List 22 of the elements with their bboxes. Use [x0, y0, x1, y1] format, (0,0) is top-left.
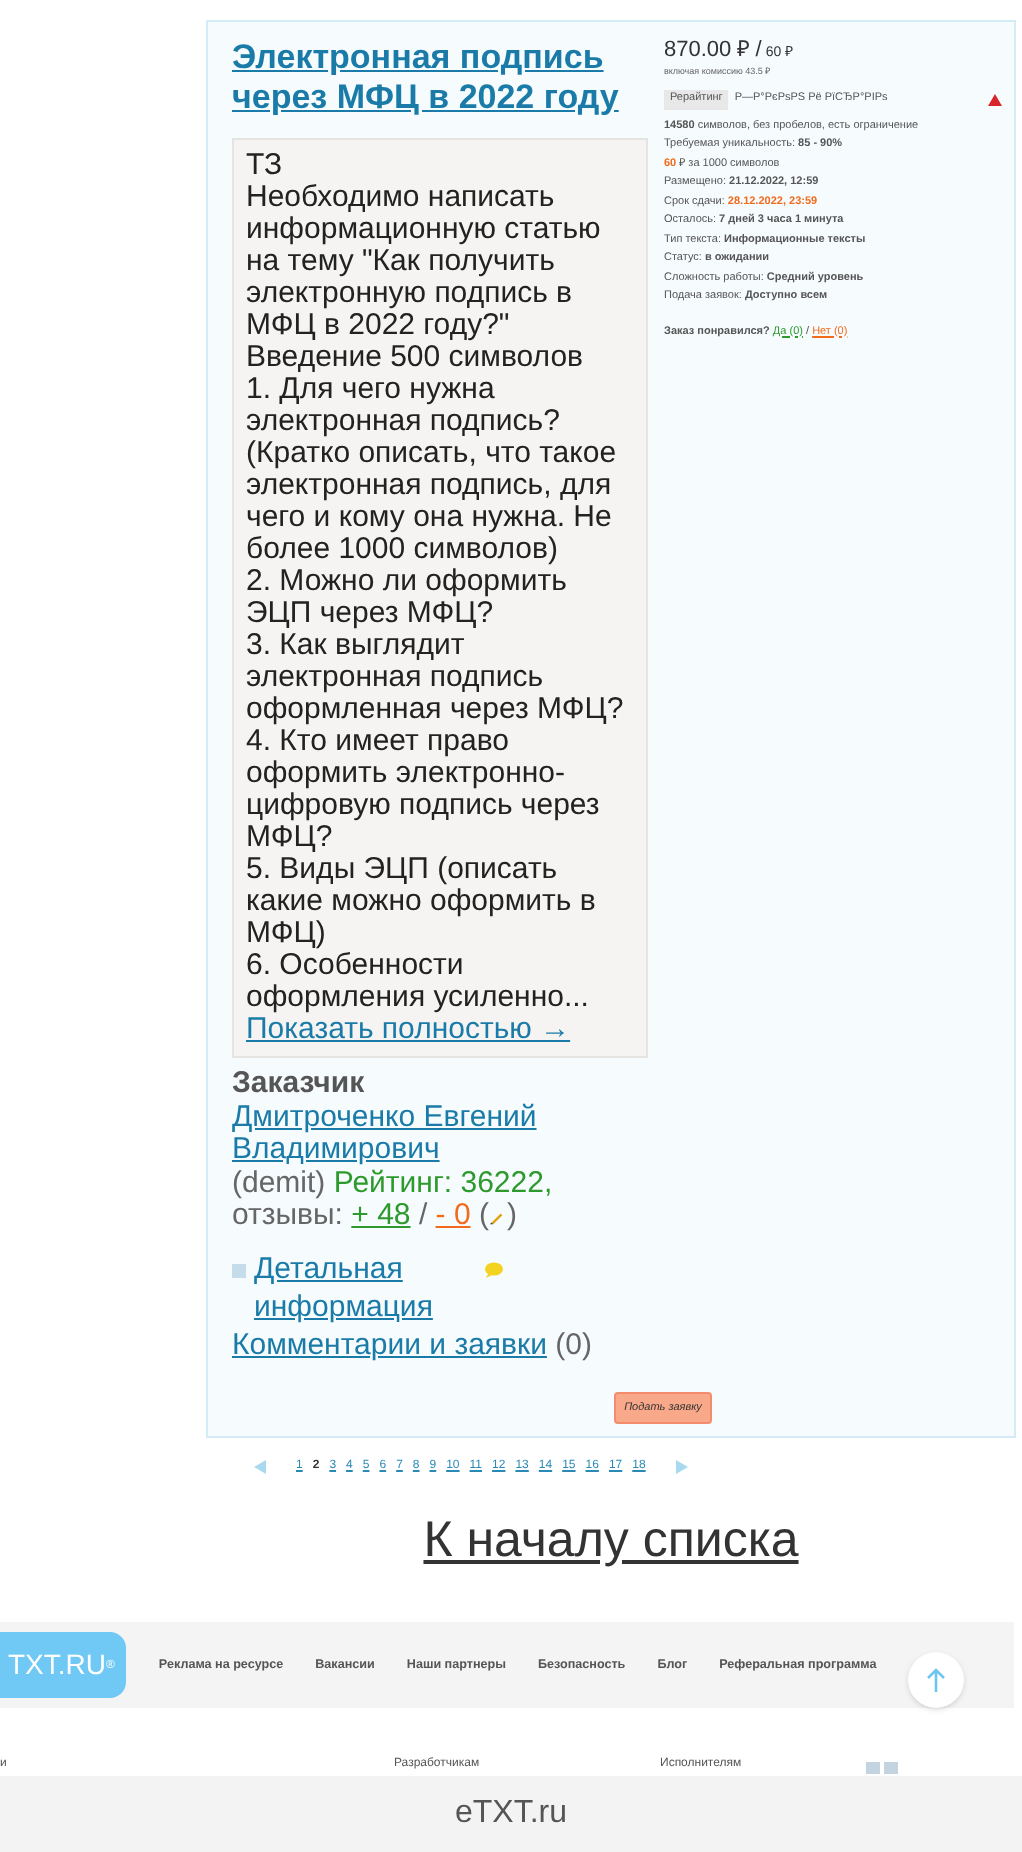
- previous-page-icon[interactable]: [254, 1459, 266, 1474]
- negative-reviews-link[interactable]: - 0: [435, 1198, 471, 1232]
- order-price: 870.00 ₽ /: [664, 38, 762, 64]
- comments-link[interactable]: Комментарии и заявки: [232, 1327, 547, 1361]
- scroll-to-top-button[interactable]: [908, 1652, 964, 1708]
- order-title-link[interactable]: Электронная подпись через МФЦ в 2022 году: [232, 38, 648, 118]
- site-title: eTXT.ru: [454, 1794, 567, 1834]
- back-to-top-link[interactable]: К началу списка: [423, 1503, 799, 1579]
- details-link[interactable]: Детальная информация: [254, 1249, 464, 1325]
- pencil-icon: [488, 1207, 507, 1226]
- positive-reviews-link[interactable]: + 48: [351, 1198, 411, 1232]
- social-icons-drawing: [866, 1762, 898, 1774]
- task-description: ТЗ Необходимо написать информационную статью на тему "Как получить электронную подпись в МФЦ в 2022 году?" Введение 500 символов 1. Для чего нужна электронная подпись? (Кратко описать, что такое электронная подпись, для чего и кому она нужна. Не более 1000 символов) 2. Можно ли оформить ЭЦП через МФЦ? 3. Как выглядит электронная подпись оформленная через МФЦ? 4. Кто имеет право оформить электронно-цифровую подпись через МФЦ? 5. Виды ЭЦП (описать какие можно оформить в МФЦ) 6. Особенности оформления усиленно... Показать полностью →: [232, 138, 648, 1058]
- next-page-icon[interactable]: [675, 1459, 688, 1474]
- document-icon: [232, 1263, 246, 1277]
- warning-icon: [988, 93, 1002, 106]
- show-more-link[interactable]: Показать полностью →: [246, 1014, 571, 1046]
- speech-bubble-icon: [484, 1261, 504, 1278]
- customer-info: Заказчик Дмитроченко Евгений Владимирович (demit) Рейтинг: 36222, отзывы: + 48 / - 0 ( ): [232, 1068, 648, 1233]
- comments-count: (0): [555, 1327, 592, 1361]
- up-arrow-icon: [926, 1666, 946, 1694]
- customer-link[interactable]: Дмитроченко Евгений Владимирович: [232, 1101, 648, 1167]
